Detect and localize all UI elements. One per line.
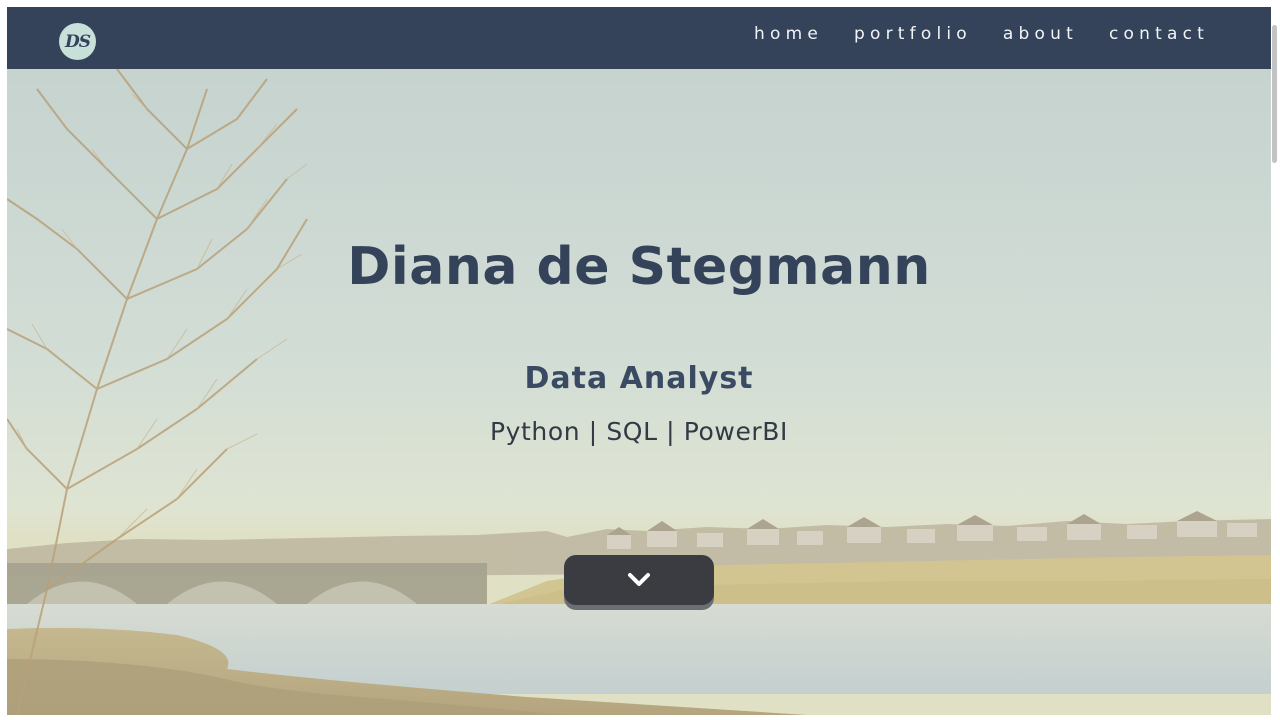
nav-link-home[interactable]: home: [754, 23, 823, 45]
nav-link-portfolio[interactable]: portfolio: [854, 23, 972, 45]
nav-link-about[interactable]: about: [1003, 23, 1078, 45]
scroll-down-button[interactable]: [564, 555, 714, 605]
hero-skills: Python | SQL | PowerBI: [489, 417, 789, 446]
nav-link-contact[interactable]: contact: [1109, 23, 1209, 45]
bridge: [7, 563, 487, 604]
hero-role: Data Analyst: [524, 361, 754, 396]
scrollbar-thumb[interactable]: [1272, 25, 1277, 163]
logo[interactable]: DS: [59, 23, 96, 60]
hero-section: Diana de Stegmann Data Analyst Python | …: [7, 69, 1271, 715]
page-frame: DS home portfolio about contact Diana de…: [7, 7, 1271, 715]
logo-text: DS: [64, 31, 91, 52]
tree-twigs: [16, 93, 308, 540]
hero-title: Diana de Stegmann: [347, 237, 931, 297]
chevron-down-icon: [628, 573, 650, 586]
nav-links: home portfolio about contact: [754, 23, 1209, 45]
scrollbar[interactable]: [1271, 7, 1280, 715]
navbar: DS home portfolio about contact: [7, 7, 1271, 69]
